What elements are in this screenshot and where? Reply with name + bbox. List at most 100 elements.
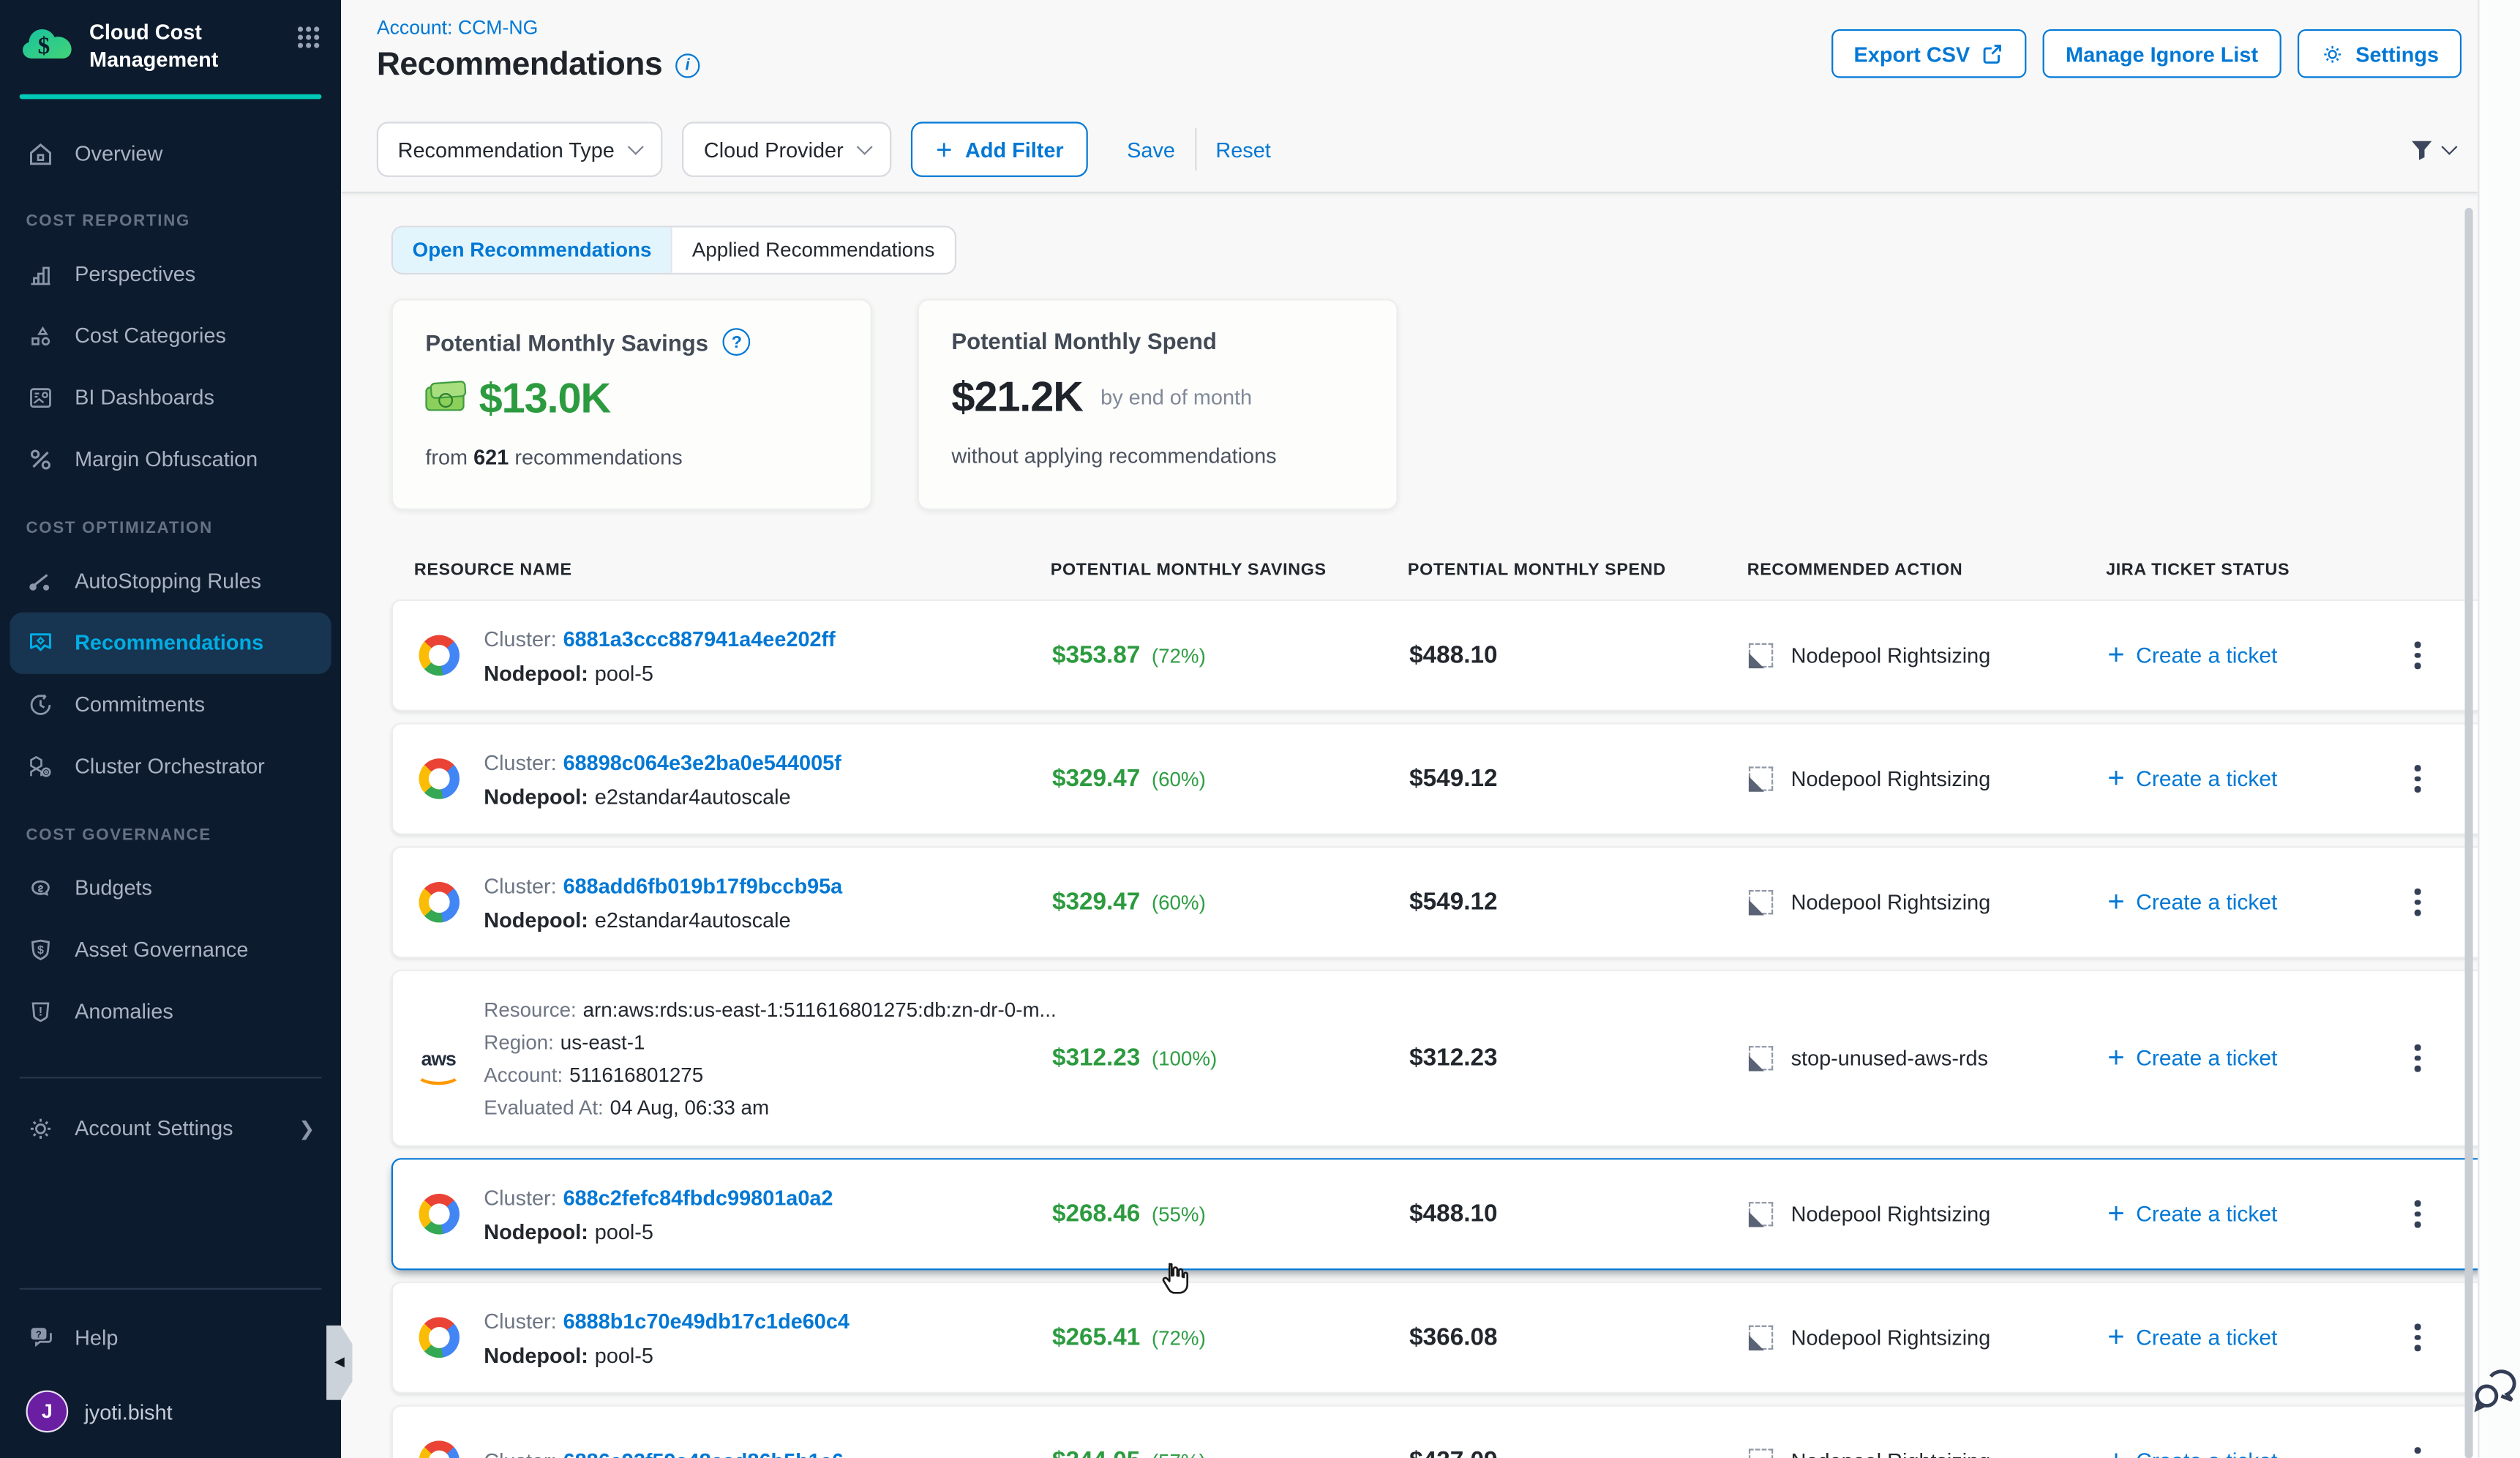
table-row[interactable]: Cluster:68898c064e3e2ba0e544005fNodepool…: [391, 722, 2520, 834]
recommended-action: stop-unused-aws-rds: [1749, 1046, 2107, 1070]
tab-open-recommendations[interactable]: Open Recommendations: [393, 228, 671, 273]
row-menu-kebab-icon[interactable]: [2408, 1039, 2448, 1078]
row-menu-kebab-icon[interactable]: [2408, 759, 2448, 799]
resource-link[interactable]: 688add6fb019b17f9bccb95a: [563, 873, 843, 897]
manage-ignore-list-button[interactable]: Manage Ignore List: [2043, 29, 2281, 78]
table-row[interactable]: aws Resource:arn:aws:rds:us-east-1:51161…: [391, 970, 2520, 1147]
external-link-icon: [1981, 42, 2004, 65]
money-stack-icon: [425, 386, 464, 411]
piggy-bank-icon: [26, 873, 56, 902]
create-ticket-button[interactable]: + Create a ticket: [2107, 643, 2277, 669]
page-header: Account: CCM-NG Recommendations i Export…: [341, 0, 2520, 107]
sidebar-item-cost-categories[interactable]: Cost Categories: [10, 305, 331, 367]
resource-link[interactable]: 6881a3ccc887941a4ee202ff: [563, 626, 836, 650]
row-menu-kebab-icon[interactable]: [2408, 1317, 2448, 1357]
resource-line: Nodepool:e2standar4autoscale: [484, 779, 1052, 813]
create-ticket-button[interactable]: + Create a ticket: [2107, 1045, 2277, 1072]
sidebar-item-autostopping-rules[interactable]: AutoStopping Rules: [10, 550, 331, 612]
reset-filter-button[interactable]: Reset: [1215, 138, 1270, 162]
resource-name: Cluster:68898c064e3e2ba0e544005fNodepool…: [484, 744, 1052, 812]
col-jira-ticket-status: JIRA TICKET STATUS: [2106, 561, 2407, 580]
recommended-action: Nodepool Rightsizing: [1749, 890, 2107, 914]
shield-dollar-icon: [26, 935, 56, 965]
sidebar-item-help[interactable]: Help: [10, 1306, 331, 1367]
help-chat-icon: [26, 1322, 56, 1351]
potential-monthly-spend-value: $312.23: [1409, 1044, 1749, 1072]
tab-applied-recommendations[interactable]: Applied Recommendations: [671, 228, 954, 273]
create-ticket-button[interactable]: + Create a ticket: [2107, 1201, 2277, 1227]
cloud-provider-icon: [418, 1194, 458, 1234]
cloud-provider-dropdown[interactable]: Cloud Provider: [683, 122, 892, 176]
cloud-provider-icon: [418, 882, 458, 922]
resource-link[interactable]: 6888b1c70e49db17c1de60c4: [563, 1308, 850, 1332]
chevron-right-icon: ❯: [299, 1117, 315, 1140]
create-ticket-button[interactable]: + Create a ticket: [2107, 1325, 2277, 1351]
app-switcher-grid-icon[interactable]: [296, 24, 322, 59]
filter-panel-toggle[interactable]: [2408, 135, 2455, 163]
resource-link[interactable]: 6886e92f59a48cad86b5b1c6: [563, 1448, 844, 1458]
resource-line: Cluster:688add6fb019b17f9bccb95a: [484, 868, 1052, 902]
sidebar-item-asset-governance[interactable]: Asset Governance: [10, 919, 331, 981]
vertical-scrollbar[interactable]: [2465, 208, 2473, 1458]
info-icon[interactable]: i: [675, 53, 700, 78]
plus-icon: +: [2107, 886, 2124, 916]
table-row[interactable]: Cluster:6881a3ccc887941a4ee202ffNodepool…: [391, 599, 2520, 711]
sidebar-item-cluster-orchestrator[interactable]: Cluster Orchestrator: [10, 736, 331, 797]
breadcrumb-account-link[interactable]: Account: CCM-NG: [377, 16, 538, 39]
recommendation-type-dropdown[interactable]: Recommendation Type: [377, 122, 664, 176]
shapes-icon: [26, 321, 56, 351]
add-filter-button[interactable]: + Add Filter: [912, 122, 1088, 176]
chevron-down-icon: [2441, 138, 2457, 154]
gear-icon: [26, 1114, 56, 1143]
save-filter-button[interactable]: Save: [1127, 138, 1175, 162]
gear-icon: [2320, 42, 2344, 66]
sidebar-item-anomalies[interactable]: Anomalies: [10, 981, 331, 1042]
question-circle-icon[interactable]: ?: [723, 328, 751, 356]
create-ticket-button[interactable]: + Create a ticket: [2107, 766, 2277, 792]
sidebar-item-overview[interactable]: Overview: [10, 123, 331, 184]
row-menu-kebab-icon[interactable]: [2408, 635, 2448, 675]
sidebar-item-budgets[interactable]: Budgets: [10, 857, 331, 919]
cloud-cost-management-logo-icon: $: [20, 23, 75, 73]
rightsizing-icon: [1749, 1046, 1773, 1070]
card-title: Potential Monthly Spend: [951, 328, 1216, 354]
settings-button[interactable]: Settings: [2297, 29, 2461, 78]
potential-monthly-spend-value: $488.10: [1409, 642, 1749, 670]
accent-divider: [20, 94, 322, 99]
spend-note: without applying recommendations: [951, 444, 1364, 468]
section-cost-governance: COST GOVERNANCE: [0, 823, 341, 850]
recommended-action: Nodepool Rightsizing: [1749, 1448, 2107, 1458]
resource-name: Cluster:6886e92f59a48cad86b5b1c6: [484, 1444, 1052, 1458]
resource-line: Nodepool:e2standar4autoscale: [484, 902, 1052, 937]
row-menu-kebab-icon[interactable]: [2408, 1195, 2448, 1234]
sidebar-item-commitments[interactable]: Commitments: [10, 673, 331, 735]
row-menu-kebab-icon[interactable]: [2408, 1441, 2448, 1458]
plus-icon: +: [2107, 1198, 2124, 1227]
sidebar-item-recommendations[interactable]: Recommendations: [10, 612, 331, 673]
create-ticket-button[interactable]: + Create a ticket: [2107, 1448, 2277, 1458]
resource-line: Cluster:6886e92f59a48cad86b5b1c6: [484, 1444, 1052, 1458]
card-title: Potential Monthly Savings: [425, 329, 708, 355]
table-row[interactable]: Cluster:688add6fb019b17f9bccb95aNodepool…: [391, 846, 2520, 958]
support-chat-icon[interactable]: [2471, 1369, 2520, 1423]
table-row[interactable]: Cluster:6886e92f59a48cad86b5b1c6 $244.05…: [391, 1405, 2520, 1458]
gcp-logo: [418, 758, 458, 799]
resource-link[interactable]: 688c2fefc84fbdc99801a0a2: [563, 1185, 833, 1209]
sidebar-item-margin-obfuscation[interactable]: Margin Obfuscation: [10, 428, 331, 490]
sidebar-item-account-settings[interactable]: Account Settings ❯: [10, 1098, 331, 1159]
resource-line: Cluster:688c2fefc84fbdc99801a0a2: [484, 1180, 1052, 1214]
table-row[interactable]: Cluster:6888b1c70e49db17c1de60c4Nodepool…: [391, 1282, 2520, 1394]
export-csv-button[interactable]: Export CSV: [1831, 29, 2026, 78]
cloud-provider-icon: aws: [421, 1044, 456, 1073]
table-row[interactable]: Cluster:688c2fefc84fbdc99801a0a2Nodepool…: [391, 1158, 2520, 1270]
sidebar-item-perspectives[interactable]: Perspectives: [10, 243, 331, 304]
resource-link[interactable]: 68898c064e3e2ba0e544005f: [563, 749, 841, 774]
cloud-provider-icon: [418, 635, 458, 676]
summary-cards: Potential Monthly Savings ? $13.0K from …: [391, 299, 2520, 509]
resource-name: Cluster:688c2fefc84fbdc99801a0a2Nodepool…: [484, 1180, 1052, 1248]
sidebar-footer: Help J jyoti.bisht: [0, 1288, 341, 1458]
row-menu-kebab-icon[interactable]: [2408, 883, 2448, 922]
create-ticket-button[interactable]: + Create a ticket: [2107, 889, 2277, 916]
sidebar-item-bi-dashboards[interactable]: BI Dashboards: [10, 367, 331, 428]
user-profile[interactable]: J jyoti.bisht: [10, 1377, 331, 1446]
